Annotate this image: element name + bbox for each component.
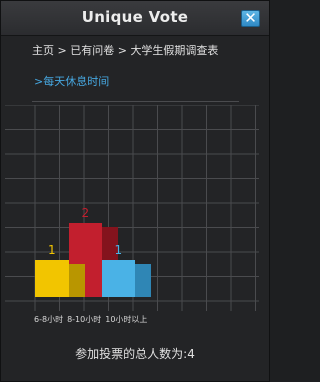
breadcrumb-answered[interactable]: 已有问卷 xyxy=(70,44,114,57)
vote-chart: 2 1 1 xyxy=(5,105,259,311)
data-label: 1 xyxy=(48,243,56,257)
divider xyxy=(32,101,239,102)
title-bar: Unique Vote ✕ xyxy=(1,1,269,36)
total-voters: 参加投票的总人数为:4 xyxy=(75,347,195,361)
bar xyxy=(35,260,69,297)
breadcrumb-separator: > xyxy=(54,44,71,57)
x-label: 8-10小时 xyxy=(67,315,102,324)
bar-side xyxy=(133,264,151,297)
breadcrumb-home[interactable]: 主页 xyxy=(32,44,54,57)
x-axis-labels: 6-8小时 8-10小时 10小时以上 xyxy=(34,314,151,325)
breadcrumb-survey: 大学生假期调查表 xyxy=(130,44,219,57)
question-link[interactable]: >每天休息时间 xyxy=(34,73,109,89)
breadcrumb: 主页 > 已有问卷 > 大学生假期调查表 xyxy=(32,42,218,58)
data-label: 2 xyxy=(82,206,90,220)
close-button[interactable]: ✕ xyxy=(241,9,260,27)
close-icon: ✕ xyxy=(244,9,257,27)
bar xyxy=(102,260,135,297)
x-label: 6-8小时 xyxy=(34,315,64,324)
bar-side xyxy=(67,264,85,297)
breadcrumb-separator: > xyxy=(114,44,131,57)
data-label: 1 xyxy=(115,243,123,257)
app-window: Unique Vote ✕ 主页 > 已有问卷 > 大学生假期调查表 >每天休息… xyxy=(0,0,270,382)
window-title: Unique Vote xyxy=(81,8,189,26)
x-label: 10小时以上 xyxy=(105,315,148,324)
